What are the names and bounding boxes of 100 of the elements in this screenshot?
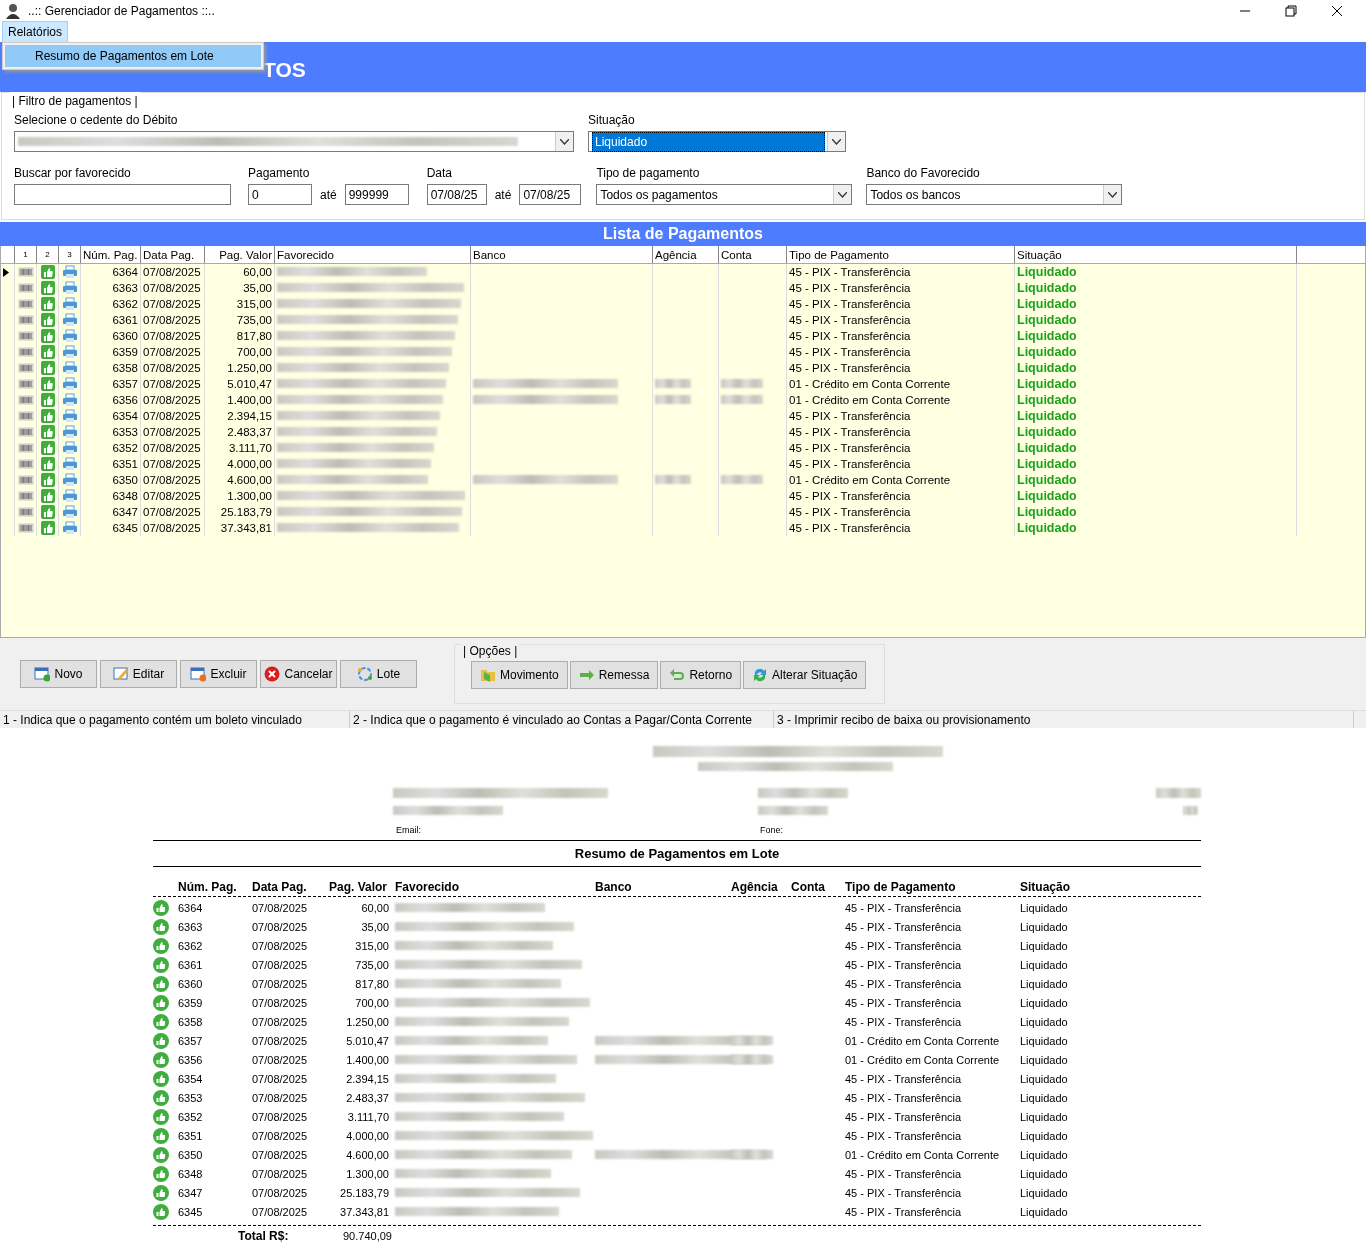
table-cell-text: 6350 — [178, 1147, 204, 1163]
thumbs-up-icon[interactable] — [40, 281, 55, 295]
barcode-icon[interactable] — [17, 457, 34, 471]
action-button[interactable]: Retorno — [660, 661, 742, 689]
cedente-select[interactable] — [14, 131, 574, 152]
barcode-icon[interactable] — [17, 393, 34, 407]
printer-icon[interactable] — [61, 313, 78, 327]
action-button[interactable]: Excluir — [180, 660, 257, 688]
panel-legend: | Filtro de pagamentos | — [10, 92, 140, 110]
printer-icon[interactable] — [61, 521, 78, 535]
action-button[interactable]: Cancelar — [260, 660, 337, 688]
printer-icon[interactable] — [61, 457, 78, 471]
table-cell-text: 6360 — [178, 976, 204, 992]
barcode-icon[interactable] — [17, 473, 34, 487]
printer-icon[interactable] — [61, 409, 78, 423]
input-field[interactable]: 07/08/25 — [519, 184, 582, 205]
table-cell-text: 45 - PIX - Transferência — [845, 995, 963, 1011]
banco-select[interactable]: Todos os bancos — [866, 184, 1123, 205]
thumbs-up-icon — [153, 1128, 169, 1144]
input-field[interactable]: 07/08/25 — [426, 184, 487, 205]
barcode-icon[interactable] — [17, 345, 34, 359]
action-button[interactable]: Editar — [100, 660, 177, 688]
printer-icon[interactable] — [61, 361, 78, 375]
printer-icon[interactable] — [61, 441, 78, 455]
thumbs-up-icon[interactable] — [40, 521, 55, 535]
printer-icon[interactable] — [61, 297, 78, 311]
printer-icon[interactable] — [61, 345, 78, 359]
table-cell: Liquidado — [1015, 504, 1297, 520]
input-field[interactable]: 0 — [248, 184, 312, 205]
table-cell: 45 - PIX - Transferência — [787, 360, 1015, 376]
printer-icon[interactable] — [61, 505, 78, 519]
thumbs-up-icon[interactable] — [40, 393, 55, 407]
table-cell: Liquidado — [1015, 456, 1297, 472]
thumbs-up-icon[interactable] — [40, 265, 55, 279]
printer-icon[interactable] — [61, 393, 78, 407]
barcode-icon[interactable] — [17, 425, 34, 439]
action-button[interactable]: Lote — [340, 660, 417, 688]
column-header: Situação — [1020, 878, 1071, 896]
barcode-icon[interactable] — [17, 265, 34, 279]
thumbs-up-icon[interactable] — [40, 441, 55, 455]
thumbs-up-icon[interactable] — [40, 329, 55, 343]
folder-icon — [480, 667, 496, 683]
tipo-select[interactable]: Todos os pagamentos — [596, 184, 853, 205]
barcode-icon[interactable] — [17, 505, 34, 519]
printer-icon[interactable] — [61, 265, 78, 279]
barcode-icon[interactable] — [17, 313, 34, 327]
thumbs-up-icon[interactable] — [40, 505, 55, 519]
table-cell: 6363 — [81, 280, 141, 296]
search-field[interactable] — [14, 184, 231, 205]
table-cell: 07/08/2025 — [141, 360, 205, 376]
situacao-select[interactable]: Liquidado — [588, 131, 846, 152]
barcode-icon[interactable] — [17, 489, 34, 503]
delete-window-icon — [190, 666, 207, 682]
new-window-icon — [34, 666, 51, 682]
action-button[interactable]: Novo — [20, 660, 97, 688]
thumbs-up-icon[interactable] — [40, 361, 55, 375]
thumbs-up-icon[interactable] — [40, 345, 55, 359]
barcode-icon[interactable] — [17, 361, 34, 375]
barcode-icon[interactable] — [17, 521, 34, 535]
thumbs-up-icon[interactable] — [40, 473, 55, 487]
row-pointer-icon — [3, 267, 9, 277]
menu-item[interactable]: Resumo de Pagamentos em Lote — [5, 45, 261, 67]
printer-icon[interactable] — [61, 329, 78, 343]
menu-item[interactable]: Relatórios — [2, 21, 69, 43]
action-button[interactable]: Remessa — [569, 661, 659, 689]
column-header: Situação — [1015, 246, 1297, 263]
barcode-icon[interactable] — [17, 441, 34, 455]
thumbs-up-icon[interactable] — [40, 457, 55, 471]
barcode-icon[interactable] — [17, 281, 34, 295]
thumbs-up-icon — [153, 1071, 169, 1087]
printer-icon[interactable] — [61, 377, 78, 391]
panel-legend: | Opções | — [461, 642, 520, 660]
barcode-icon[interactable] — [17, 409, 34, 423]
printer-icon[interactable] — [61, 425, 78, 439]
barcode-icon[interactable] — [17, 329, 34, 343]
table-cell: 45 - PIX - Transferência — [787, 504, 1015, 520]
barcode-icon[interactable] — [17, 377, 34, 391]
table-cell-text: 700,00 — [354, 995, 390, 1011]
thumbs-up-icon[interactable] — [40, 297, 55, 311]
thumbs-up-icon[interactable] — [40, 425, 55, 439]
printer-icon[interactable] — [61, 281, 78, 295]
action-button[interactable]: Alterar Situação — [743, 661, 867, 689]
thumbs-up-icon[interactable] — [40, 313, 55, 327]
table-cell-text: 6353 — [178, 1090, 204, 1106]
printer-icon[interactable] — [61, 489, 78, 503]
thumbs-up-icon — [153, 1204, 169, 1220]
table-cell: Liquidado — [1015, 392, 1297, 408]
table-cell: 6348 — [81, 488, 141, 504]
thumbs-up-icon[interactable] — [40, 409, 55, 423]
table-cell: 45 - PIX - Transferência — [787, 424, 1015, 440]
input-field[interactable]: 999999 — [344, 184, 409, 205]
table-cell-text: 2.394,15 — [345, 1071, 390, 1087]
thumbs-up-icon[interactable] — [40, 489, 55, 503]
printer-icon[interactable] — [61, 473, 78, 487]
barcode-icon[interactable] — [17, 297, 34, 311]
action-button[interactable]: Movimento — [471, 661, 568, 689]
table-cell-text: 1.300,00 — [345, 1166, 390, 1182]
thumbs-up-icon[interactable] — [40, 377, 55, 391]
table-cell: 01 - Crédito em Conta Corrente — [787, 472, 1015, 488]
table-cell: 6364 — [81, 264, 141, 280]
